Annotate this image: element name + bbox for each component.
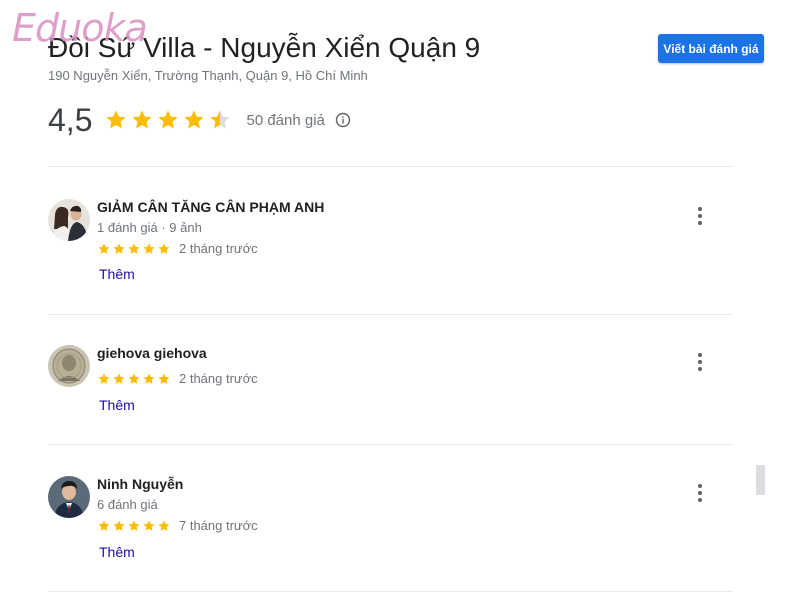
review-time: 2 tháng trước bbox=[179, 241, 258, 256]
divider bbox=[48, 591, 733, 592]
star-icon bbox=[113, 519, 125, 531]
write-review-button[interactable]: Viết bài đánh giá bbox=[658, 34, 764, 63]
more-options-icon[interactable] bbox=[694, 484, 706, 502]
review-rating: 7 tháng trước bbox=[97, 518, 258, 533]
divider bbox=[48, 166, 733, 167]
reviewer-avatar[interactable] bbox=[48, 199, 90, 241]
review-time: 2 tháng trước bbox=[179, 371, 258, 386]
divider bbox=[48, 444, 733, 445]
star-icon bbox=[158, 372, 170, 384]
review-stars bbox=[97, 519, 171, 533]
more-link[interactable]: Thêm bbox=[99, 397, 135, 413]
star-icon bbox=[128, 519, 140, 531]
review-rating: 2 tháng trước bbox=[97, 241, 258, 256]
review-count-link[interactable]: 50 đánh giá bbox=[246, 112, 324, 129]
review-item: Ninh Nguyễn 6 đánh giá 7 tháng trước Thê… bbox=[48, 476, 728, 586]
star-icon bbox=[158, 110, 178, 129]
reviewer-name[interactable]: Ninh Nguyễn bbox=[97, 476, 183, 492]
scrollbar-thumb[interactable] bbox=[756, 465, 765, 495]
average-star-rating bbox=[104, 108, 232, 132]
review-stars bbox=[97, 242, 171, 256]
review-item: giehova giehova 2 tháng trước Thêm bbox=[48, 345, 728, 455]
reviewer-avatar[interactable] bbox=[48, 345, 90, 387]
star-icon bbox=[158, 519, 170, 531]
review-time: 7 tháng trước bbox=[179, 518, 258, 533]
star-icon bbox=[98, 519, 110, 531]
rating-summary: 4,5 50 đánh giá bbox=[48, 100, 351, 140]
place-address: 190 Nguyễn Xiển, Trường Thạnh, Quận 9, H… bbox=[48, 68, 368, 83]
reviewer-stats: 6 đánh giá bbox=[97, 497, 158, 512]
divider bbox=[48, 314, 733, 315]
star-icon bbox=[113, 372, 125, 384]
star-icon bbox=[158, 242, 170, 254]
more-options-icon[interactable] bbox=[694, 207, 706, 225]
star-icon bbox=[143, 372, 155, 384]
reviewer-stats: 1 đánh giá · 9 ảnh bbox=[97, 220, 202, 235]
reviewer-avatar[interactable] bbox=[48, 476, 90, 518]
info-icon[interactable] bbox=[335, 112, 351, 128]
review-rating: 2 tháng trước bbox=[97, 371, 258, 386]
star-icon bbox=[113, 242, 125, 254]
more-link[interactable]: Thêm bbox=[99, 266, 135, 282]
reviewer-name[interactable]: giehova giehova bbox=[97, 345, 207, 361]
star-icon bbox=[143, 519, 155, 531]
average-rating: 4,5 bbox=[48, 101, 93, 138]
more-options-icon[interactable] bbox=[694, 353, 706, 371]
reviewer-name[interactable]: GIẢM CÂN TĂNG CÂN PHẠM ANH bbox=[97, 199, 324, 215]
star-icon bbox=[210, 110, 230, 129]
star-icon bbox=[184, 110, 204, 129]
star-icon bbox=[128, 372, 140, 384]
review-stars bbox=[97, 372, 171, 386]
star-icon bbox=[132, 110, 152, 129]
star-icon bbox=[128, 242, 140, 254]
star-icon bbox=[106, 110, 126, 129]
star-icon bbox=[98, 372, 110, 384]
review-item: GIẢM CÂN TĂNG CÂN PHẠM ANH 1 đánh giá · … bbox=[48, 199, 728, 309]
star-icon bbox=[98, 242, 110, 254]
watermark-logo: Eduoka bbox=[12, 6, 148, 50]
star-icon bbox=[143, 242, 155, 254]
more-link[interactable]: Thêm bbox=[99, 544, 135, 560]
